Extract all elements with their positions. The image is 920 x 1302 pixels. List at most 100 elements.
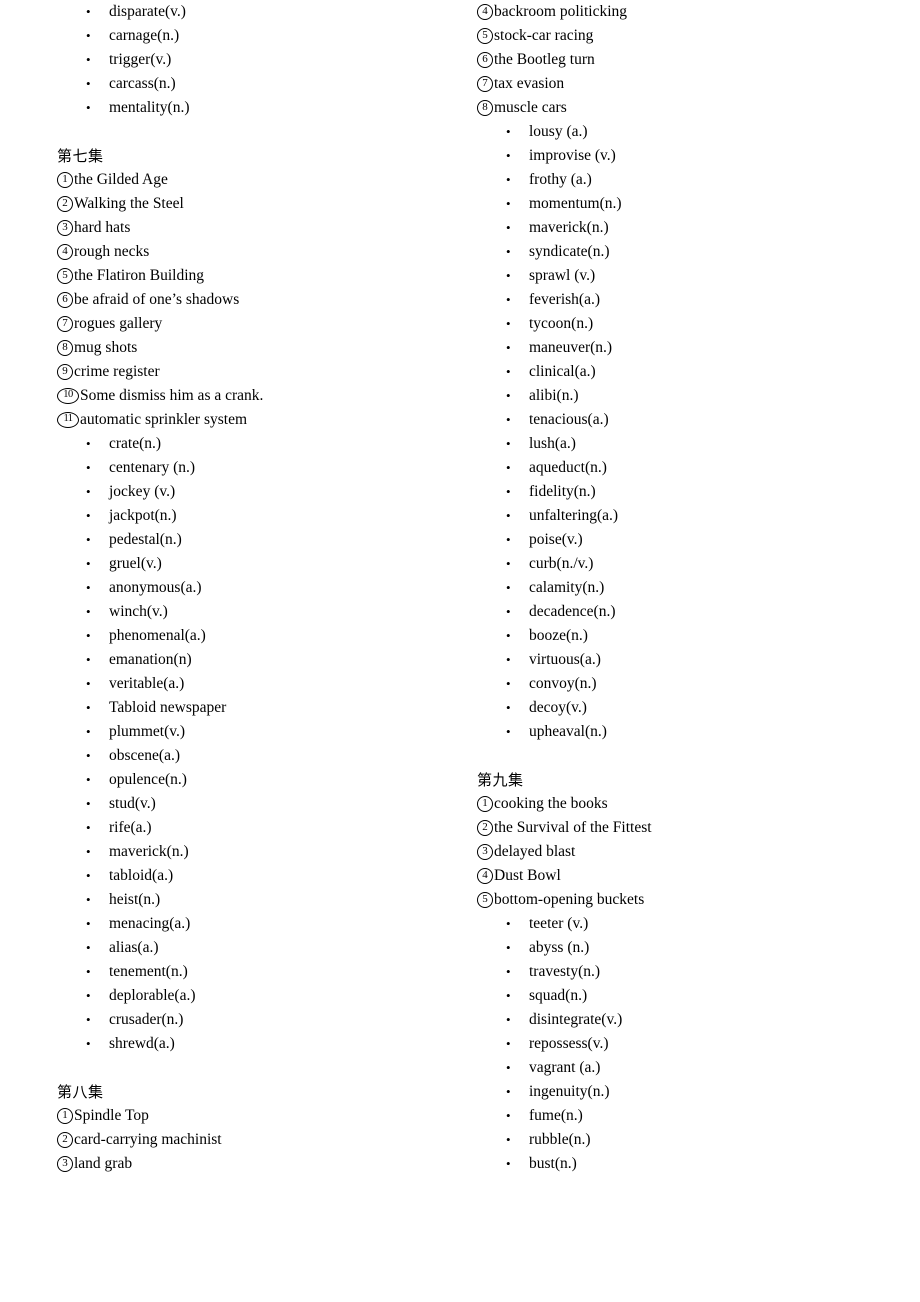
- bulleted-item: • disparate(v.): [57, 0, 487, 24]
- numbered-item-label: the Bootleg turn: [494, 51, 595, 68]
- circled-number-marker: 9: [57, 363, 73, 380]
- circled-number-marker: 7: [57, 315, 73, 332]
- bulleted-item: • carnage(n.): [57, 24, 487, 48]
- bullet-icon: •: [506, 724, 511, 739]
- section-heading-label: 第九集: [477, 771, 524, 789]
- bullet-icon: •: [86, 604, 91, 619]
- bullet-icon: •: [86, 484, 91, 499]
- vocabulary-term: ingenuity(n.): [529, 1083, 610, 1100]
- bullet-icon: •: [506, 484, 511, 499]
- circled-number-marker: 3: [57, 1155, 73, 1172]
- numbered-item-label: stock-car racing: [494, 27, 594, 44]
- bulleted-item: • travesty(n.): [477, 960, 907, 984]
- bulleted-item: • alibi(n.): [477, 384, 907, 408]
- bullet-icon: •: [506, 316, 511, 331]
- vocabulary-term: pedestal(n.): [109, 531, 182, 548]
- numbered-item-label: bottom-opening buckets: [494, 891, 645, 908]
- bullet-icon: •: [506, 436, 511, 451]
- vocabulary-term: improvise (v.): [529, 147, 616, 164]
- vocabulary-term: jockey (v.): [109, 483, 176, 500]
- vocabulary-term: alias(a.): [109, 939, 159, 956]
- bulleted-item: • improvise (v.): [477, 144, 907, 168]
- bullet-icon: •: [86, 892, 91, 907]
- bulleted-item: • tabloid(a.): [57, 864, 487, 888]
- bullet-icon: •: [86, 628, 91, 643]
- bulleted-item: • bust(n.): [477, 1152, 907, 1176]
- numbered-item: 2 Walking the Steel: [57, 192, 487, 216]
- vocabulary-term: clinical(a.): [529, 363, 596, 380]
- numbered-item-label: crime register: [74, 363, 160, 380]
- bulleted-item: • fume(n.): [477, 1104, 907, 1128]
- section-heading-label: 第八集: [57, 1083, 104, 1101]
- bullet-icon: •: [506, 220, 511, 235]
- bullet-icon: •: [506, 964, 511, 979]
- right-column: 4 backroom politicking 5 stock-car racing 6 t…: [477, 0, 907, 1176]
- bulleted-item: • maverick(n.): [57, 840, 487, 864]
- numbered-item: 1 cooking the books: [477, 792, 907, 816]
- bulleted-item: • vagrant (a.): [477, 1056, 907, 1080]
- vocabulary-term: tenement(n.): [109, 963, 188, 980]
- bulleted-item: • maneuver(n.): [477, 336, 907, 360]
- numbered-item: 8 mug shots: [57, 336, 487, 360]
- vocabulary-term: vagrant (a.): [529, 1059, 601, 1076]
- bulleted-item: • plummet(v.): [57, 720, 487, 744]
- bulleted-item: • tenacious(a.): [477, 408, 907, 432]
- numbered-item-label: muscle cars: [494, 99, 567, 116]
- circled-number-marker: 8: [477, 99, 493, 116]
- circled-number-marker: 11: [57, 411, 79, 428]
- vocabulary-term: veritable(a.): [109, 675, 185, 692]
- vocabulary-term: tenacious(a.): [529, 411, 609, 428]
- vocabulary-term: carcass(n.): [109, 75, 176, 92]
- document-page: • disparate(v.) • carnage(n.) • trigger(v.) • c…: [0, 0, 920, 1302]
- bulleted-item: • disintegrate(v.): [477, 1008, 907, 1032]
- vocabulary-term: winch(v.): [109, 603, 168, 620]
- bulleted-item: • upheaval(n.): [477, 720, 907, 744]
- vocabulary-term: maverick(n.): [109, 843, 189, 860]
- bullet-icon: •: [506, 676, 511, 691]
- numbered-item-label: rogues gallery: [74, 315, 163, 332]
- bullet-icon: •: [506, 1060, 511, 1075]
- circled-number-marker: 7: [477, 75, 493, 92]
- circled-number-marker: 3: [477, 843, 493, 860]
- bullet-icon: •: [506, 412, 511, 427]
- numbered-item-label: delayed blast: [494, 843, 576, 860]
- numbered-item-label: cooking the books: [494, 795, 608, 812]
- vocabulary-term: decadence(n.): [529, 603, 616, 620]
- bulleted-item: • winch(v.): [57, 600, 487, 624]
- vocabulary-term: opulence(n.): [109, 771, 187, 788]
- bullet-icon: •: [506, 604, 511, 619]
- bullet-icon: •: [86, 820, 91, 835]
- bulleted-item: • teeter (v.): [477, 912, 907, 936]
- numbered-item-label: the Survival of the Fittest: [494, 819, 652, 836]
- numbered-item-label: backroom politicking: [494, 3, 628, 20]
- bulleted-item: • crate(n.): [57, 432, 487, 456]
- vocabulary-term: maverick(n.): [529, 219, 609, 236]
- vocabulary-term: crate(n.): [109, 435, 162, 452]
- vocabulary-term: obscene(a.): [109, 747, 180, 764]
- vocabulary-term: phenomenal(a.): [109, 627, 206, 644]
- bullet-icon: •: [506, 1084, 511, 1099]
- vocabulary-term: rubble(n.): [529, 1131, 591, 1148]
- circled-number-marker: 5: [57, 267, 73, 284]
- bulleted-item: • trigger(v.): [57, 48, 487, 72]
- vocabulary-term: momentum(n.): [529, 195, 622, 212]
- bulleted-item: • shrewd(a.): [57, 1032, 487, 1056]
- bullet-icon: •: [506, 172, 511, 187]
- bullet-icon: •: [506, 532, 511, 547]
- bullet-icon: •: [86, 556, 91, 571]
- bullet-icon: •: [506, 1108, 511, 1123]
- vocabulary-term: gruel(v.): [109, 555, 162, 572]
- vocabulary-term: sprawl (v.): [529, 267, 596, 284]
- circled-number-marker: 2: [57, 195, 73, 212]
- vocabulary-term: aqueduct(n.): [529, 459, 607, 476]
- bulleted-item: • curb(n./v.): [477, 552, 907, 576]
- bulleted-item: • tycoon(n.): [477, 312, 907, 336]
- bullet-icon: •: [86, 508, 91, 523]
- vocabulary-term: jackpot(n.): [109, 507, 177, 524]
- bulleted-item: • momentum(n.): [477, 192, 907, 216]
- vocabulary-term: tabloid(a.): [109, 867, 174, 884]
- numbered-item: 4 rough necks: [57, 240, 487, 264]
- bulleted-item: • jockey (v.): [57, 480, 487, 504]
- vocabulary-term: upheaval(n.): [529, 723, 607, 740]
